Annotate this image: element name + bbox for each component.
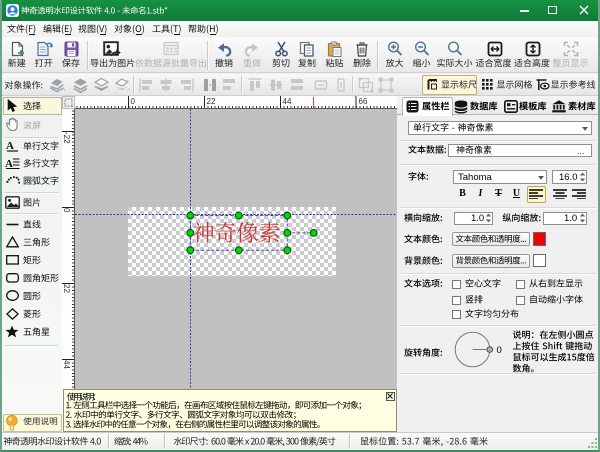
svg-text:A: A: [6, 140, 14, 152]
